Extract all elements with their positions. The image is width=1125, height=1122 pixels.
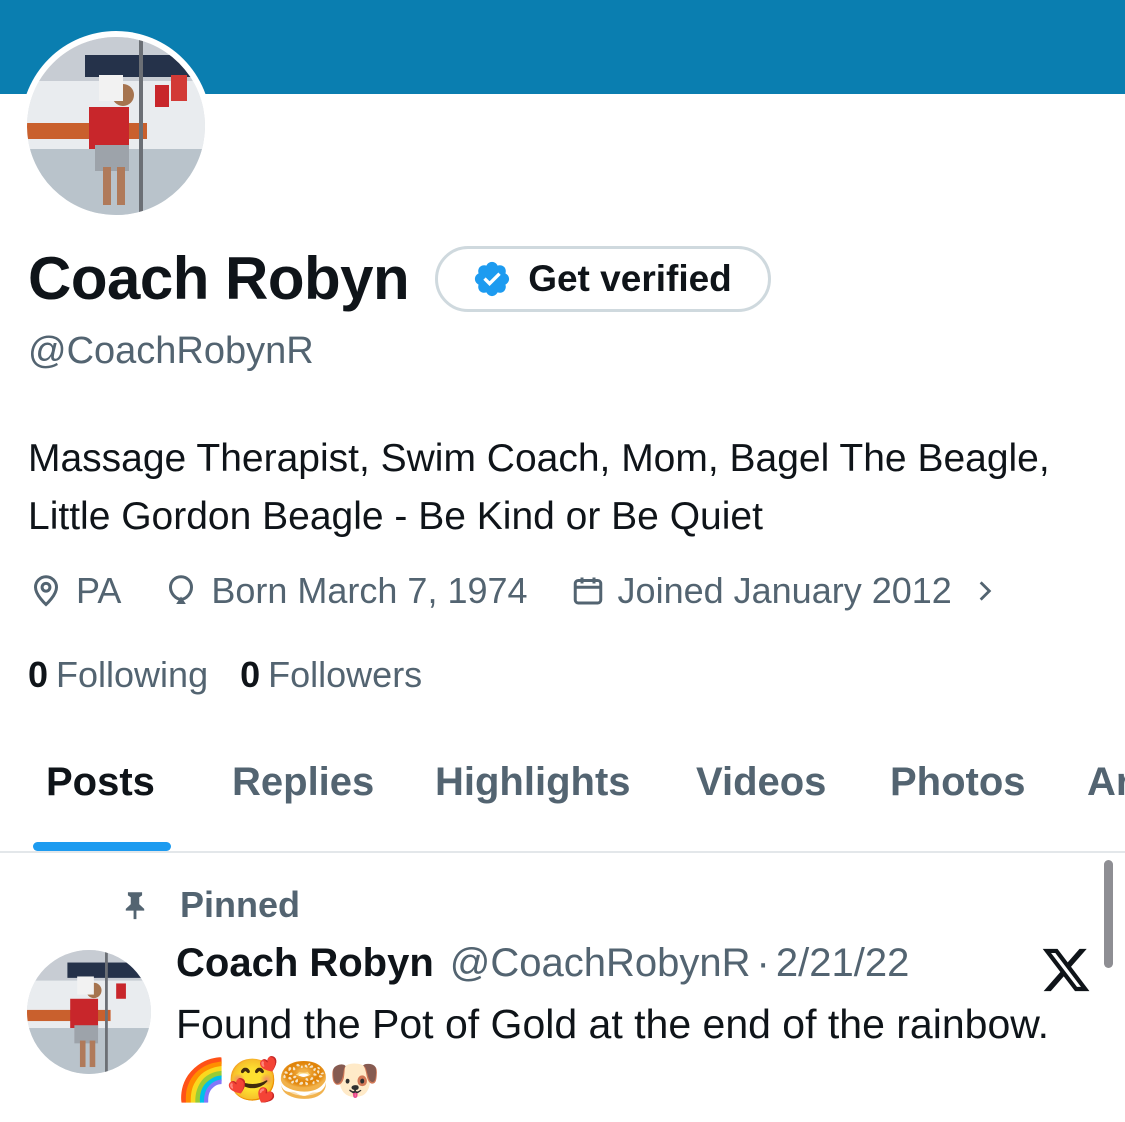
pinned-label: Pinned (180, 884, 301, 925)
location-pin-icon (33, 575, 59, 607)
profile-avatar[interactable] (21, 31, 211, 221)
active-tab-indicator (33, 842, 171, 851)
display-name: Coach Robyn (28, 245, 410, 312)
followers-link[interactable]: 0 Followers (240, 654, 422, 696)
pin-icon (125, 892, 145, 920)
meta-location: PA (28, 570, 121, 612)
followers-label: Followers (268, 654, 423, 695)
name-row: Coach Robyn Get verified (28, 244, 771, 313)
profile-meta: PA Born March 7, 1974 Joined January 201… (28, 566, 998, 616)
following-count: 0 (28, 654, 49, 695)
calendar-icon (573, 577, 602, 605)
balloon-icon (169, 575, 194, 605)
post-author-name[interactable]: Coach Robyn (176, 941, 434, 986)
post-date[interactable]: 2/21/22 (776, 941, 909, 986)
profile-bio: Massage Therapist, Swim Coach, Mom, Bage… (28, 437, 1050, 538)
birthday-text: Born March 7, 1974 (211, 570, 528, 611)
meta-birthday: Born March 7, 1974 (163, 570, 528, 612)
followers-count: 0 (240, 654, 261, 695)
location-text: PA (76, 570, 122, 611)
meta-joined[interactable]: Joined January 2012 (570, 570, 998, 612)
avatar-photo (27, 37, 205, 215)
get-verified-label: Get verified (528, 257, 732, 299)
post-separator: · (756, 941, 770, 985)
post-text: Found the Pot of Gold at the end of the … (176, 1001, 1049, 1103)
tab-replies[interactable]: Replies (232, 760, 374, 805)
chevron-right-icon (979, 581, 992, 601)
profile-tabs: Posts Replies Highlights Videos Photos A… (0, 740, 1125, 852)
tabs-divider (0, 851, 1125, 853)
get-verified-button[interactable]: Get verified (435, 245, 771, 312)
pinned-indicator: Pinned (118, 884, 300, 926)
following-link[interactable]: 0 Following (28, 654, 208, 696)
tab-articles[interactable]: Ar (1087, 760, 1125, 805)
tab-posts[interactable]: Posts (46, 760, 155, 805)
x-logo-icon[interactable] (1040, 944, 1092, 996)
tab-videos[interactable]: Videos (696, 760, 826, 805)
joined-text: Joined January 2012 (617, 570, 952, 611)
following-label: Following (56, 654, 209, 695)
tab-photos[interactable]: Photos (890, 760, 1026, 805)
post-author-avatar[interactable] (27, 950, 151, 1074)
post-header: Coach Robyn @CoachRobynR · 2/21/22 (176, 941, 909, 986)
post-author-handle[interactable]: @CoachRobynR (450, 941, 751, 986)
verified-badge-icon (475, 261, 510, 296)
scrollbar[interactable] (1104, 860, 1113, 968)
tab-highlights[interactable]: Highlights (435, 760, 631, 805)
profile-handle: @CoachRobynR (28, 330, 314, 372)
follow-stats: 0 Following 0 Followers (28, 654, 454, 696)
